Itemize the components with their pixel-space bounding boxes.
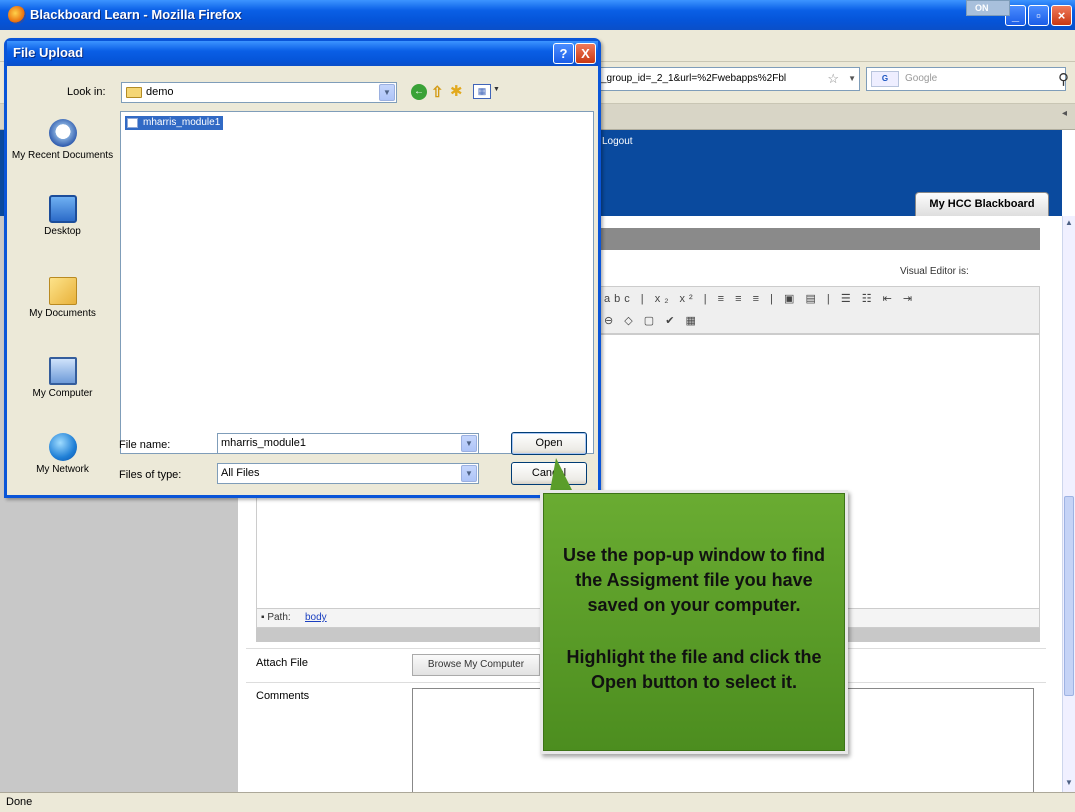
dialog-title: File Upload <box>13 45 84 60</box>
close-window-button[interactable]: × <box>1051 5 1072 26</box>
document-icon <box>127 118 138 128</box>
look-in-value: demo <box>146 86 174 98</box>
url-dropdown-icon[interactable]: ▼ <box>848 68 856 90</box>
place-label: My Network <box>36 464 89 475</box>
look-in-label: Look in: <box>67 86 106 98</box>
visual-editor-label: Visual Editor is: <box>900 266 969 277</box>
maximize-button[interactable]: ▫ <box>1028 5 1049 26</box>
search-engine-icon[interactable]: G <box>871 71 899 87</box>
scroll-down-icon[interactable]: ▼ <box>1063 778 1075 787</box>
file-type-value: All Files <box>221 467 260 479</box>
views-menu-icon[interactable]: ▦ <box>473 84 491 99</box>
search-bar[interactable]: G Google <box>866 67 1066 91</box>
path-body-link[interactable]: body <box>305 612 327 623</box>
chevron-down-icon[interactable]: ▼ <box>461 465 477 482</box>
chevron-down-icon[interactable]: ▼ <box>379 84 395 101</box>
scroll-up-icon[interactable]: ▲ <box>1063 218 1075 227</box>
firefox-icon <box>8 6 26 24</box>
back-icon[interactable]: ← <box>411 84 427 100</box>
help-button[interactable]: ? <box>553 43 574 64</box>
search-icon[interactable]: ⚲ <box>1058 70 1069 88</box>
file-name-value: mharris_module1 <box>221 437 306 449</box>
comments-label: Comments <box>256 690 310 702</box>
editor-insert-buttons[interactable]: ⊖ ◇ ▢ ✔ ▦ <box>604 314 700 327</box>
open-button[interactable]: Open <box>511 432 587 455</box>
tab-list-arrow-icon[interactable]: ◂ <box>1062 108 1067 119</box>
scroll-thumb[interactable] <box>1064 496 1074 696</box>
place-desktop[interactable]: Desktop <box>11 195 114 265</box>
desktop-icon <box>49 195 77 223</box>
file-list[interactable]: mharris_module1 <box>120 111 594 454</box>
look-in-select[interactable]: demo ▼ <box>121 82 397 103</box>
place-my-computer[interactable]: My Computer <box>11 357 114 427</box>
status-bar: Done <box>0 792 1075 812</box>
my-computer-icon <box>49 357 77 385</box>
file-type-select[interactable]: All Files ▼ <box>217 463 479 484</box>
new-folder-icon[interactable]: ✱ <box>450 82 463 100</box>
place-my-recent-documents[interactable]: My Recent Documents <box>11 119 114 189</box>
browse-my-computer-button[interactable]: Browse My Computer <box>412 654 540 676</box>
editor-format-buttons[interactable]: abc | x₂ x² | ≡ ≡ ≡ | ▣ ▤ | ☰ ☷ ⇤ ⇥ <box>604 292 916 305</box>
recent-documents-icon <box>49 119 77 147</box>
dialog-titlebar[interactable]: File Upload ? X <box>7 41 598 66</box>
path-label: ▪ Path: <box>261 612 291 623</box>
my-documents-icon <box>49 277 77 305</box>
place-label: My Computer <box>32 388 93 399</box>
places-bar: My Recent Documents Desktop My Documents… <box>11 111 114 489</box>
callout-instruction-find: Use the pop-up window to find the Assigm… <box>563 545 825 615</box>
close-dialog-button[interactable]: X <box>575 43 596 64</box>
file-upload-dialog: File Upload ? X Look in: demo ▼ ← ⇧ ✱ ▦ … <box>4 38 601 498</box>
file-name-label: File name: <box>119 439 171 451</box>
folder-icon <box>126 87 142 98</box>
url-text: _group_id=_2_1&url=%2Fwebapps%2Fbl <box>601 73 787 84</box>
place-label: Desktop <box>44 226 81 237</box>
url-bar[interactable]: _group_id=_2_1&url=%2Fwebapps%2Fbl ☆ ▼ <box>598 67 860 91</box>
callout-instruction-open: Highlight the file and click the Open bu… <box>566 647 822 692</box>
page-scrollbar[interactable]: ▲ ▼ <box>1062 216 1075 792</box>
instruction-callout: Use the pop-up window to find the Assigm… <box>540 490 848 754</box>
place-label: My Documents <box>29 308 96 319</box>
visual-editor-on-button[interactable]: ON <box>966 0 1010 16</box>
tab-my-hcc-blackboard[interactable]: My HCC Blackboard <box>915 192 1049 216</box>
place-label: My Recent Documents <box>11 150 114 161</box>
window-title: Blackboard Learn - Mozilla Firefox <box>30 7 242 22</box>
my-network-icon <box>49 433 77 461</box>
file-item-name: mharris_module1 <box>143 117 221 128</box>
logout-link[interactable]: Logout <box>602 136 633 147</box>
up-folder-icon[interactable]: ⇧ <box>431 83 444 101</box>
file-item-selected[interactable]: mharris_module1 <box>125 116 224 130</box>
file-type-label: Files of type: <box>119 469 182 481</box>
section-titlebar <box>598 228 1040 250</box>
attach-file-label: Attach File <box>256 657 308 669</box>
views-dropdown-icon[interactable]: ▼ <box>493 86 500 93</box>
search-placeholder: Google <box>905 73 938 84</box>
file-name-input[interactable]: mharris_module1 ▼ <box>217 433 479 454</box>
chevron-down-icon[interactable]: ▼ <box>461 435 477 452</box>
place-my-network[interactable]: My Network <box>11 433 114 503</box>
bookmark-star-icon[interactable]: ☆ <box>827 70 839 88</box>
visual-editor-toggle: Visual Editor is: <box>900 266 1030 284</box>
place-my-documents[interactable]: My Documents <box>11 277 114 347</box>
